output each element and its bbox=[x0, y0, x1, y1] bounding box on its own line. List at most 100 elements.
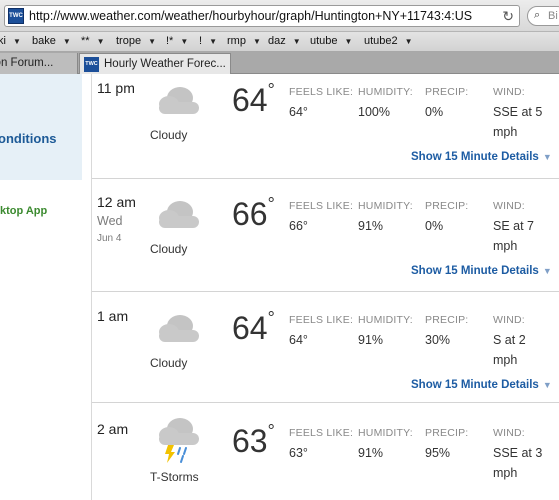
precip-value: 30% bbox=[425, 333, 451, 347]
precip-label: PRECIP: bbox=[425, 314, 469, 326]
sidebar-link-desktop-app[interactable]: ktop App bbox=[0, 205, 47, 217]
details-label: Show 15 Minute Details bbox=[411, 379, 539, 391]
bookmark-label: trope bbox=[116, 35, 142, 47]
degree-symbol: ° bbox=[267, 194, 275, 214]
humidity-label: HUMIDITY: bbox=[358, 314, 413, 326]
site-favicon-icon: TWC bbox=[84, 57, 99, 72]
cloud-icon bbox=[159, 201, 199, 228]
temperature-value: 66 bbox=[232, 196, 268, 232]
bookmark-label: ki bbox=[0, 35, 6, 47]
hour-row: 2 am T-Storms 63° FEELS LIKE: 63° HUMIDI… bbox=[92, 404, 559, 500]
feels-like-value: 64° bbox=[289, 105, 308, 119]
humidity-value: 91% bbox=[358, 446, 384, 460]
humidity-label: HUMIDITY: bbox=[358, 86, 413, 98]
feels-like-value: 66° bbox=[289, 219, 308, 233]
tab-label: ion Forum... bbox=[0, 57, 54, 69]
temperature: 63° bbox=[232, 421, 275, 460]
feels-like-label: FEELS LIKE: bbox=[289, 86, 354, 98]
chevron-down-icon: ▼ bbox=[180, 37, 189, 46]
wind-label: WIND: bbox=[493, 427, 525, 439]
wind-value: S at 2 bbox=[493, 333, 526, 347]
address-field[interactable]: TWC http://www.weather.com/weather/hourb… bbox=[4, 5, 520, 27]
bookmark-folder[interactable]: ! ▼ bbox=[199, 35, 217, 47]
show-details-link[interactable]: Show 15 Minute Details ▼ bbox=[411, 265, 552, 277]
feels-like-label: FEELS LIKE: bbox=[289, 200, 354, 212]
tab-forum[interactable]: ion Forum... bbox=[0, 53, 78, 74]
feels-like-label: FEELS LIKE: bbox=[289, 314, 354, 326]
show-details-link[interactable]: Show 15 Minute Details ▼ bbox=[411, 379, 552, 391]
site-favicon-icon: TWC bbox=[8, 8, 24, 24]
wind-unit: mph bbox=[493, 125, 518, 139]
search-field[interactable]: ⌕ Bi bbox=[527, 6, 559, 26]
chevron-down-icon: ▼ bbox=[12, 37, 21, 46]
url-bar: TWC http://www.weather.com/weather/hourb… bbox=[0, 0, 559, 32]
search-icon: ⌕ bbox=[534, 9, 541, 21]
condition-label: Cloudy bbox=[150, 128, 188, 142]
hour-time: 12 am bbox=[97, 194, 136, 210]
chevron-down-icon: ▼ bbox=[148, 37, 156, 46]
chevron-down-icon: ▼ bbox=[542, 266, 552, 276]
cloud-icon bbox=[159, 315, 199, 342]
bookmark-label: ** bbox=[81, 35, 90, 47]
humidity-value: 91% bbox=[358, 219, 384, 233]
tab-label: Hourly Weather Forec... bbox=[104, 58, 226, 70]
chevron-down-icon: ▼ bbox=[542, 152, 552, 162]
bookmark-folder[interactable]: bake ▼ bbox=[32, 35, 71, 47]
bookmark-folder[interactable]: utube ▼ bbox=[310, 35, 352, 47]
bookmark-folder[interactable]: rmp ▼ bbox=[227, 35, 261, 47]
hour-row: 1 am Cloudy 64° FEELS LIKE: 64° HUMIDITY… bbox=[92, 293, 559, 403]
chevron-down-icon: ▼ bbox=[404, 37, 413, 46]
bookmark-folder[interactable]: trope ▼ bbox=[116, 35, 156, 47]
humidity-value: 91% bbox=[358, 333, 384, 347]
condition-label: T-Storms bbox=[150, 470, 199, 484]
bookmark-folder[interactable]: !* ▼ bbox=[166, 35, 188, 47]
address-text[interactable]: http://www.weather.com/weather/hourbyhou… bbox=[29, 9, 472, 23]
bookmarks-bar: ki ▼ bake ▼ ** ▼ trope ▼ !* ▼ ! ▼ rmp ▼ daz ▼ ut… bbox=[0, 32, 559, 52]
temperature: 64° bbox=[232, 308, 275, 347]
condition-label: Cloudy bbox=[150, 356, 188, 370]
chevron-down-icon: ▼ bbox=[344, 37, 353, 46]
tab-bar: ion Forum... TWC Hourly Weather Forec... bbox=[0, 52, 559, 74]
wind-label: WIND: bbox=[493, 200, 525, 212]
feels-like-label: FEELS LIKE: bbox=[289, 427, 354, 439]
precip-value: 0% bbox=[425, 105, 444, 119]
bookmark-label: utube2 bbox=[364, 35, 398, 47]
hour-row: 12 am Wed Jun 4 Cloudy 66° FEELS LIKE: 6… bbox=[92, 180, 559, 292]
temperature-value: 63 bbox=[232, 423, 268, 459]
precip-value: 95% bbox=[425, 446, 451, 460]
bookmark-folder[interactable]: ** ▼ bbox=[81, 35, 104, 47]
sidebar-highlight bbox=[0, 74, 82, 180]
precip-value: 0% bbox=[425, 219, 444, 233]
hour-time: 2 am bbox=[97, 421, 129, 437]
humidity-label: HUMIDITY: bbox=[358, 200, 413, 212]
bookmark-folder[interactable]: ki ▼ bbox=[0, 35, 21, 47]
sidebar-link-conditions[interactable]: onditions bbox=[0, 131, 57, 146]
humidity-value: 100% bbox=[358, 105, 390, 119]
bookmark-folder[interactable]: daz ▼ bbox=[268, 35, 301, 47]
feels-like-value: 64° bbox=[289, 333, 308, 347]
condition-label: Cloudy bbox=[150, 242, 188, 256]
temperature: 66° bbox=[232, 194, 275, 233]
tab-hourly-weather[interactable]: TWC Hourly Weather Forec... bbox=[79, 53, 231, 74]
search-field-text: Bi bbox=[548, 10, 558, 22]
bookmark-folder[interactable]: utube2 ▼ bbox=[364, 35, 413, 47]
temperature-value: 64 bbox=[232, 310, 268, 346]
temperature-value: 64 bbox=[232, 82, 268, 118]
bookmark-label: daz bbox=[268, 35, 286, 47]
wind-unit: mph bbox=[493, 353, 518, 367]
bookmark-label: bake bbox=[32, 35, 56, 47]
wind-value: SSE at 3 bbox=[493, 446, 543, 460]
hourly-list: 11 pm Cloudy 64° FEELS LIKE: 64° HUMIDIT… bbox=[91, 74, 559, 500]
precip-label: PRECIP: bbox=[425, 200, 469, 212]
degree-symbol: ° bbox=[267, 308, 275, 328]
wind-label: WIND: bbox=[493, 314, 525, 326]
cloud-icon bbox=[159, 87, 199, 114]
chevron-down-icon: ▼ bbox=[542, 380, 552, 390]
bookmark-label: utube bbox=[310, 35, 338, 47]
details-label: Show 15 Minute Details bbox=[411, 265, 539, 277]
show-details-link[interactable]: Show 15 Minute Details ▼ bbox=[411, 151, 552, 163]
details-label: Show 15 Minute Details bbox=[411, 151, 539, 163]
temperature: 64° bbox=[232, 80, 275, 119]
reload-icon[interactable]: ↻ bbox=[502, 8, 514, 25]
hour-day: Wed bbox=[97, 214, 123, 228]
